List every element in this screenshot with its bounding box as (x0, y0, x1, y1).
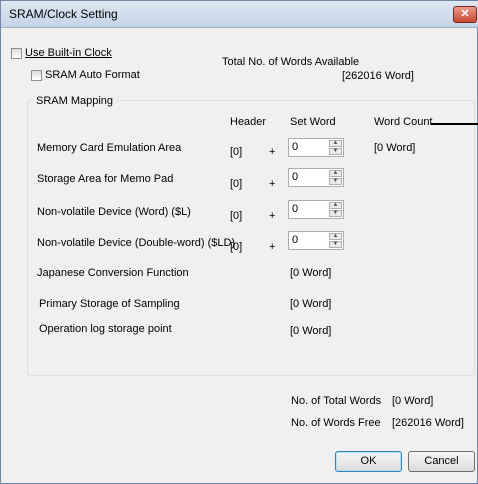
row-label-nonvolatile-double: Non-volatile Device (Double-word) ($LD) (37, 237, 236, 249)
row-label-memory-card: Memory Card Emulation Area (37, 142, 182, 154)
row-plus-memo-pad: + (269, 178, 276, 190)
row-header-memo-pad: [0] (230, 178, 243, 190)
spin-up-icon[interactable]: ▲ (329, 233, 342, 240)
words-free-value: [262016 Word] (392, 417, 464, 429)
spin-up-icon[interactable]: ▲ (329, 140, 342, 147)
row-count-operation-log: [0 Word] (290, 325, 332, 337)
sram-clock-dialog: SRAM/Clock Setting ✕ Use Built-in Clock … (0, 0, 478, 484)
sram-mapping-label: SRAM Mapping (33, 95, 117, 107)
set-word-value-nonvolatile-double[interactable]: 0 (292, 234, 298, 246)
spin-up-icon[interactable]: ▲ (329, 170, 342, 177)
word-count-separator (431, 123, 478, 125)
spin-down-icon[interactable]: ▼ (329, 241, 342, 248)
words-free-label: No. of Words Free (291, 417, 381, 429)
spin-down-icon[interactable]: ▼ (329, 178, 342, 185)
row-plus-nonvolatile-double: + (269, 241, 276, 253)
sram-auto-format-checkbox[interactable] (31, 70, 42, 81)
row-label-primary-sampling: Primary Storage of Sampling (39, 298, 180, 310)
row-count-primary-sampling: [0 Word] (290, 298, 332, 310)
close-icon: ✕ (460, 8, 470, 20)
total-words-value: [0 Word] (392, 395, 434, 407)
set-word-stepper-memo-pad[interactable]: 0 ▲ ▼ (288, 168, 344, 187)
row-header-nonvolatile-double: [0] (230, 241, 243, 253)
row-label-memo-pad: Storage Area for Memo Pad (37, 173, 174, 185)
row-plus-memory-card: + (269, 146, 276, 158)
close-button[interactable]: ✕ (453, 6, 477, 23)
row-count-japanese-conversion: [0 Word] (290, 267, 332, 279)
set-word-value-memory-card[interactable]: 0 (292, 141, 298, 153)
set-word-value-nonvolatile-word[interactable]: 0 (292, 203, 298, 215)
use-builtin-clock-checkbox[interactable] (11, 48, 22, 59)
row-plus-nonvolatile-word: + (269, 210, 276, 222)
cancel-button[interactable]: Cancel (408, 451, 475, 472)
spin-down-icon[interactable]: ▼ (329, 148, 342, 155)
title-bar: SRAM/Clock Setting ✕ (1, 1, 478, 28)
ok-button[interactable]: OK (335, 451, 402, 472)
spin-up-icon[interactable]: ▲ (329, 202, 342, 209)
row-label-japanese-conversion: Japanese Conversion Function (37, 267, 189, 279)
words-available-value: [262016 Word] (342, 70, 414, 82)
word-count-column-label: Word Count (374, 116, 433, 128)
set-word-column-label: Set Word (290, 116, 336, 128)
set-word-stepper-nonvolatile-word[interactable]: 0 ▲ ▼ (288, 200, 344, 219)
row-count-memory-card: [0 Word] (374, 142, 416, 154)
set-word-stepper-memory-card[interactable]: 0 ▲ ▼ (288, 138, 344, 157)
total-words-label: No. of Total Words (291, 395, 382, 407)
use-builtin-clock-label[interactable]: Use Built-in Clock (25, 47, 112, 59)
header-column-label: Header (230, 116, 267, 128)
set-word-stepper-nonvolatile-double[interactable]: 0 ▲ ▼ (288, 231, 344, 250)
sram-auto-format-label[interactable]: SRAM Auto Format (45, 69, 140, 81)
words-available-label: Total No. of Words Available (222, 56, 360, 68)
row-header-nonvolatile-word: [0] (230, 210, 243, 222)
set-word-value-memo-pad[interactable]: 0 (292, 171, 298, 183)
spin-down-icon[interactable]: ▼ (329, 210, 342, 217)
row-label-nonvolatile-word: Non-volatile Device (Word) ($L) (37, 206, 191, 218)
row-label-operation-log: Operation log storage point (39, 323, 172, 335)
dialog-title: SRAM/Clock Setting (9, 7, 118, 21)
row-header-memory-card: [0] (230, 146, 243, 158)
